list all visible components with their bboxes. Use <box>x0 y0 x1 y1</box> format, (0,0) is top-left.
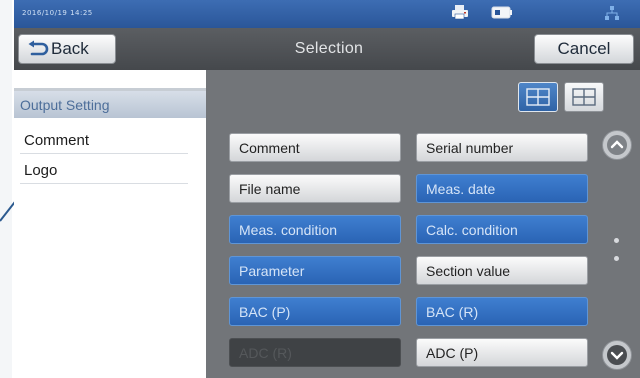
printer-icon <box>452 5 468 20</box>
option-file-name[interactable]: File name <box>229 174 401 203</box>
device-screen: 2016/10/19 14:25 Back Selection Cancel O… <box>14 0 640 378</box>
two-column-icon <box>526 88 550 106</box>
status-bar: 2016/10/19 14:25 <box>14 0 640 28</box>
option-meas-condition[interactable]: Meas. condition <box>229 215 401 244</box>
grid-icon <box>572 88 596 106</box>
sidebar-item-comment[interactable]: Comment <box>14 128 206 154</box>
scroll-down-button[interactable] <box>602 340 632 370</box>
sidebar-tab-output-setting[interactable]: Output Setting <box>14 88 206 118</box>
divider <box>20 153 188 154</box>
sidebar-tab-label: Output Setting <box>20 97 110 113</box>
option-meas-date[interactable]: Meas. date <box>416 174 588 203</box>
cancel-button-label: Cancel <box>557 39 611 58</box>
page-background <box>0 0 12 378</box>
option-comment[interactable]: Comment <box>229 133 401 162</box>
network-icon <box>605 6 619 20</box>
cancel-button[interactable]: Cancel <box>534 34 634 64</box>
option-serial-number[interactable]: Serial number <box>416 133 588 162</box>
option-adc-p[interactable]: ADC (P) <box>416 338 588 367</box>
back-button[interactable]: Back <box>18 34 116 64</box>
selection-panel: Comment Serial number File name Meas. da… <box>206 70 640 378</box>
option-bac-p[interactable]: BAC (P) <box>229 297 401 326</box>
scroll-up-button[interactable] <box>602 130 632 160</box>
two-column-view-button[interactable] <box>518 82 558 112</box>
option-adc-r: ADC (R) <box>229 338 401 367</box>
status-time: 2016/10/19 14:25 <box>22 9 93 17</box>
back-button-label: Back <box>51 39 89 58</box>
sidebar: Output Setting Comment Logo <box>14 70 206 378</box>
option-bac-r[interactable]: BAC (R) <box>416 297 588 326</box>
sidebar-item-logo[interactable]: Logo <box>14 158 206 184</box>
back-arrow-icon <box>28 40 49 56</box>
four-grid-view-button[interactable] <box>564 82 604 112</box>
sidebar-item-label: Comment <box>24 132 90 149</box>
option-calc-condition[interactable]: Calc. condition <box>416 215 588 244</box>
chevron-up-icon <box>607 135 627 155</box>
chevron-down-icon <box>607 345 627 365</box>
scroll-indicator <box>614 238 619 243</box>
title-bar: Back Selection Cancel <box>14 28 640 70</box>
scroll-indicator <box>614 256 619 261</box>
page-title: Selection <box>294 40 364 57</box>
divider <box>20 183 188 184</box>
sidebar-item-label: Logo <box>24 162 58 179</box>
option-parameter[interactable]: Parameter <box>229 256 401 285</box>
option-section-value[interactable]: Section value <box>416 256 588 285</box>
battery-icon <box>491 6 512 19</box>
